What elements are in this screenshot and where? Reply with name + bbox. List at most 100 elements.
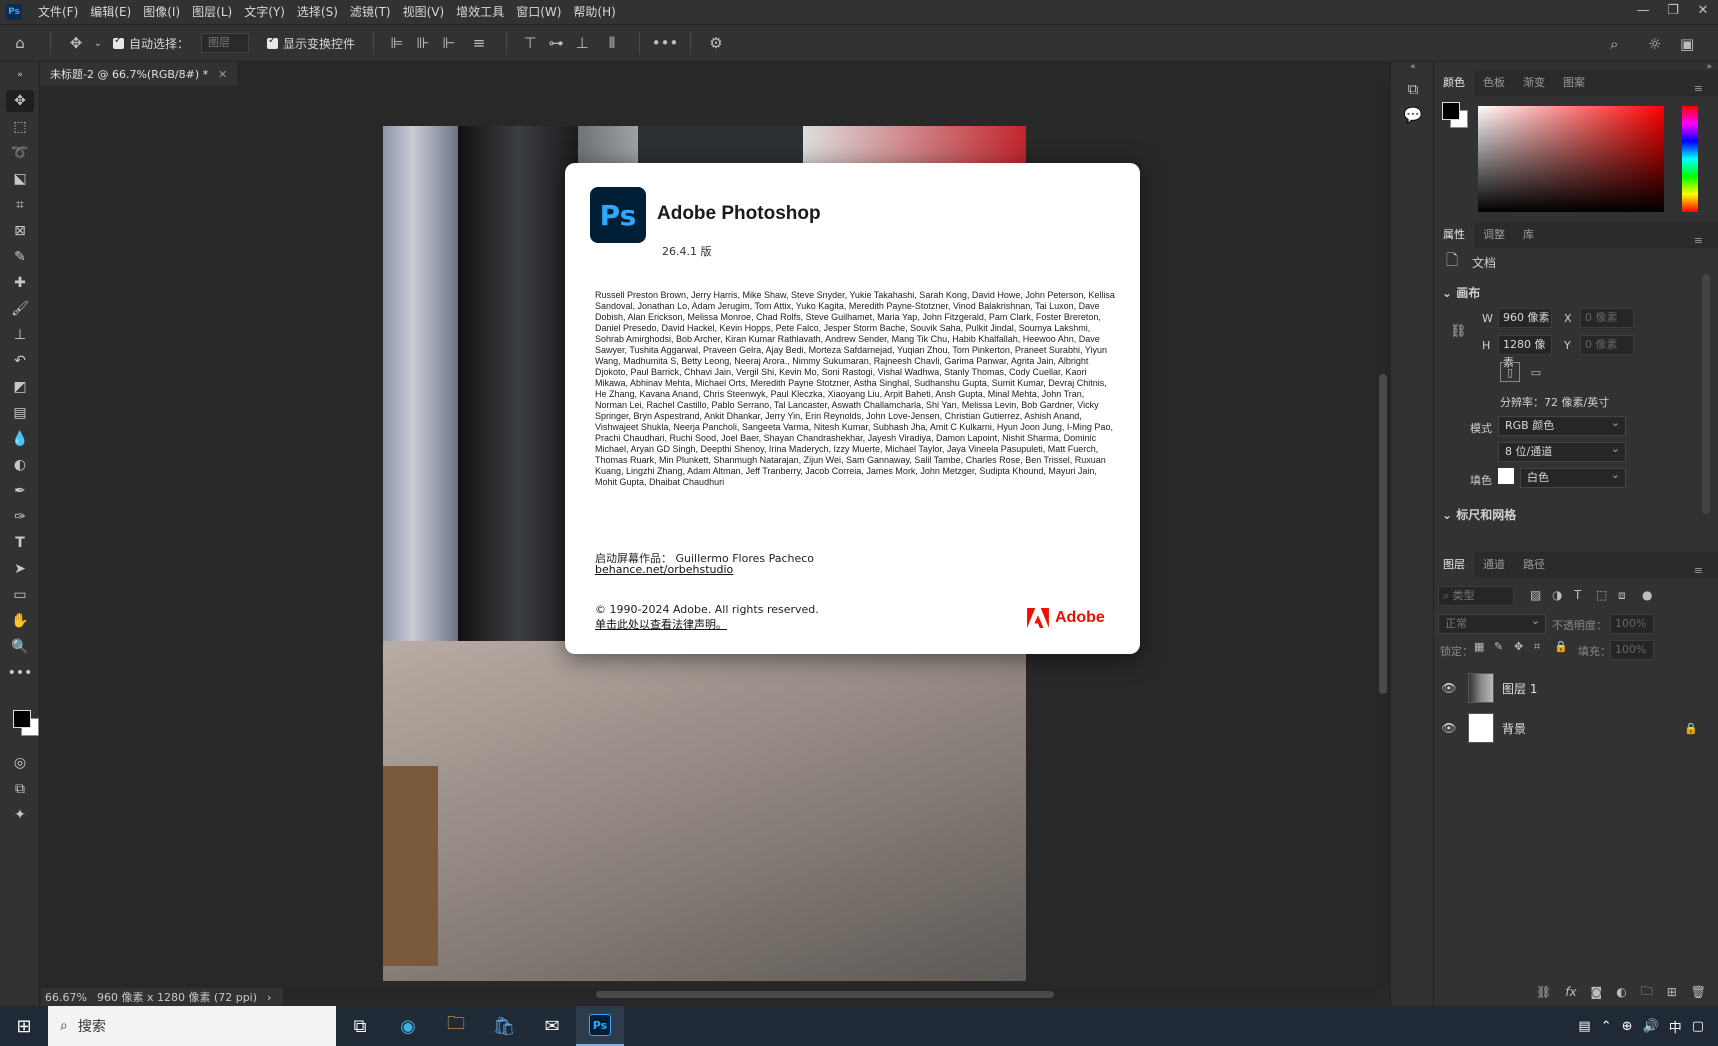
screen-mode-icon[interactable]: ⧉ xyxy=(6,778,34,800)
mail-icon[interactable]: ✉ xyxy=(528,1006,576,1046)
filter-toggle-icon[interactable]: ● xyxy=(1642,588,1652,602)
rulers-section-header[interactable]: ⌄ 标尺和网格 xyxy=(1442,506,1516,523)
canvas-section-header[interactable]: ⌄ 画布 xyxy=(1442,284,1480,301)
object-selection-tool-icon[interactable]: ⬕ xyxy=(6,168,34,190)
menu-filter[interactable]: 滤镜(T) xyxy=(344,0,397,24)
lock-position-icon[interactable]: ✥ xyxy=(1514,640,1523,653)
path-selection-tool-icon[interactable]: ➤ xyxy=(6,558,34,580)
more-options-icon[interactable]: ••• xyxy=(650,34,680,52)
align-top-icon[interactable]: ⊤ xyxy=(517,34,543,52)
canvas-width-field[interactable]: 960 像素 xyxy=(1498,308,1552,328)
lock-all-icon[interactable]: 🔒 xyxy=(1554,640,1568,653)
type-tool-icon[interactable]: T xyxy=(6,532,34,554)
microsoft-store-icon[interactable]: 🛍 xyxy=(480,1006,528,1046)
tab-swatches[interactable]: 色板 xyxy=(1474,70,1514,96)
filter-pixel-icon[interactable]: ▨ xyxy=(1530,588,1541,602)
workspace-icon[interactable]: ▣ xyxy=(1680,35,1694,53)
healing-brush-tool-icon[interactable]: ✚ xyxy=(6,272,34,294)
fill-color-swatch[interactable] xyxy=(1498,468,1514,484)
canvas-y-field[interactable]: 0 像素 xyxy=(1580,335,1634,355)
crop-tool-icon[interactable]: ⌗ xyxy=(6,194,34,216)
layer-name[interactable]: 图层 1 xyxy=(1502,680,1537,697)
marquee-tool-icon[interactable]: ⬚ xyxy=(6,116,34,138)
move-tool-icon[interactable]: ✥ xyxy=(61,34,91,52)
fill-opacity-field[interactable]: 100% xyxy=(1610,640,1654,660)
layer-row-background[interactable]: 👁 背景 🔒 xyxy=(1434,708,1718,748)
fill-select[interactable]: 白色 xyxy=(1520,466,1626,488)
canvas-x-field[interactable]: 0 像素 xyxy=(1580,308,1634,328)
menu-window[interactable]: 窗口(W) xyxy=(510,0,567,24)
tab-properties[interactable]: 属性 xyxy=(1434,222,1474,248)
menu-file[interactable]: 文件(F) xyxy=(32,0,84,24)
tab-libraries[interactable]: 库 xyxy=(1514,222,1543,248)
color-picker-field[interactable] xyxy=(1478,106,1664,212)
hand-tool-icon[interactable]: ✋ xyxy=(6,610,34,632)
filter-adjustment-icon[interactable]: ◑ xyxy=(1552,588,1562,602)
filter-shape-icon[interactable]: ⬚ xyxy=(1596,588,1607,602)
menu-plugins[interactable]: 增效工具 xyxy=(450,0,510,24)
tab-layers[interactable]: 图层 xyxy=(1434,552,1474,578)
link-icon[interactable]: ⛓ xyxy=(1450,324,1467,339)
lock-icon[interactable]: 🔒 xyxy=(1684,722,1698,735)
menu-edit[interactable]: 编辑(E) xyxy=(84,0,137,24)
zoom-tool-icon[interactable]: 🔍 xyxy=(6,636,34,658)
eye-icon[interactable]: 👁 xyxy=(1434,681,1464,695)
generative-icon[interactable]: ✦ xyxy=(6,804,34,826)
horizontal-scroll-thumb[interactable] xyxy=(596,991,1054,998)
opacity-field[interactable]: 100% xyxy=(1610,614,1654,634)
panel-menu-icon[interactable]: ≡ xyxy=(1685,76,1712,102)
hue-slider[interactable] xyxy=(1682,106,1698,212)
photoshop-taskbar-icon[interactable]: Ps xyxy=(576,1006,624,1046)
landscape-orientation-icon[interactable]: ▭ xyxy=(1526,362,1546,382)
properties-scrollbar[interactable] xyxy=(1702,274,1710,514)
portrait-orientation-icon[interactable]: ▯ xyxy=(1500,362,1520,382)
history-brush-tool-icon[interactable]: ↶ xyxy=(6,350,34,372)
collapse-panels-icon[interactable]: « xyxy=(1391,62,1435,72)
eyedropper-tool-icon[interactable]: ✎ xyxy=(6,246,34,268)
news-widget-icon[interactable]: ▤ xyxy=(1578,1019,1590,1034)
frame-tool-icon[interactable]: ⊠ xyxy=(6,220,34,242)
auto-select-checkbox[interactable]: 自动选择： xyxy=(113,35,189,52)
legal-notice-link[interactable]: 单击此处以查看法律声明。 xyxy=(595,616,727,632)
tab-gradients[interactable]: 渐变 xyxy=(1514,70,1554,96)
file-explorer-icon[interactable]: 🗀 xyxy=(432,1006,480,1046)
distribute-h-icon[interactable]: ⫴ xyxy=(595,34,629,52)
menu-view[interactable]: 视图(V) xyxy=(397,0,451,24)
document-tab[interactable]: 未标题-2 @ 66.7%(RGB/8#) * ✕ xyxy=(40,62,238,86)
eraser-tool-icon[interactable]: ◩ xyxy=(6,376,34,398)
align-left-icon[interactable]: ⊫ xyxy=(384,34,410,52)
align-middle-icon[interactable]: ⊶ xyxy=(543,34,569,52)
align-bottom-icon[interactable]: ⊥ xyxy=(569,34,595,52)
tab-adjustments[interactable]: 调整 xyxy=(1474,222,1514,248)
zoom-level[interactable]: 66.67% xyxy=(45,991,87,1004)
menu-select[interactable]: 选择(S) xyxy=(291,0,344,24)
lock-artboard-icon[interactable]: ⌗ xyxy=(1534,640,1540,654)
tab-paths[interactable]: 路径 xyxy=(1514,552,1554,578)
chevron-right-icon[interactable]: › xyxy=(267,991,271,1004)
rectangle-tool-icon[interactable]: ▭ xyxy=(6,584,34,606)
add-mask-icon[interactable]: ◙ xyxy=(1591,985,1603,999)
task-view-icon[interactable]: ⧉ xyxy=(336,1006,384,1046)
history-panel-icon[interactable]: ⧉ xyxy=(1401,78,1425,100)
new-layer-icon[interactable]: ⊞ xyxy=(1667,985,1677,999)
search-icon[interactable]: ⌕ xyxy=(1610,35,1618,53)
panel-menu-icon[interactable]: ≡ xyxy=(1685,228,1712,254)
new-group-icon[interactable]: 🗀 xyxy=(1641,982,1653,1003)
splash-artist-link[interactable]: behance.net/orbehstudio xyxy=(595,563,733,576)
taskbar-search-box[interactable]: ⌕ 搜索 xyxy=(48,1006,336,1046)
vertical-scroll-thumb[interactable] xyxy=(1379,374,1387,694)
lock-pixels-icon[interactable]: ✎ xyxy=(1494,640,1503,653)
layer-name[interactable]: 背景 xyxy=(1502,720,1526,737)
panel-menu-icon[interactable]: ≡ xyxy=(1685,558,1712,584)
tab-color[interactable]: 颜色 xyxy=(1434,70,1474,96)
lock-transparent-icon[interactable]: ▦ xyxy=(1474,640,1484,653)
menu-help[interactable]: 帮助(H) xyxy=(567,0,621,24)
menu-image[interactable]: 图像(I) xyxy=(137,0,186,24)
blur-tool-icon[interactable]: 💧 xyxy=(6,428,34,450)
windows-start-icon[interactable]: ⊞ xyxy=(0,1006,48,1046)
menu-layer[interactable]: 图层(L) xyxy=(186,0,238,24)
align-center-h-icon[interactable]: ⊪ xyxy=(410,34,436,52)
edit-toolbar-icon[interactable]: ••• xyxy=(6,662,34,684)
minimize-button[interactable]: — xyxy=(1628,0,1658,24)
volume-icon[interactable]: 🔊 xyxy=(1643,1019,1659,1034)
